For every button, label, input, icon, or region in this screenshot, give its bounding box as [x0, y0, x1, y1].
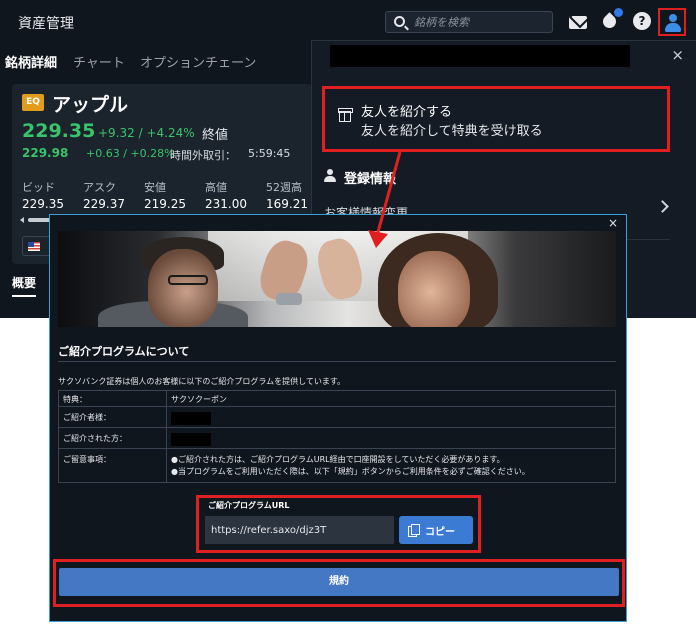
- notification-dot: [614, 8, 623, 17]
- close-icon[interactable]: ×: [608, 216, 618, 230]
- refer-friend-title: 友人を紹介する: [361, 105, 453, 120]
- after-hours-change: +0.63 / +0.28%: [86, 147, 175, 160]
- tab-chart[interactable]: チャート: [73, 52, 125, 71]
- user-icon: [669, 14, 677, 22]
- price-change: +9.32 / +4.24%: [98, 126, 195, 140]
- referral-url-field[interactable]: [205, 516, 394, 544]
- us-flag-icon: [28, 242, 40, 251]
- table-row: ご留意事項： ●ご紹介された方は、ご紹介プログラムURL経由で口座開設をしていた…: [58, 448, 616, 483]
- quote-value: 219.25: [144, 197, 186, 211]
- instrument-name: アップル: [52, 94, 129, 116]
- user-menu-button[interactable]: [658, 8, 686, 36]
- quote-value: 229.37: [83, 197, 125, 211]
- benefit-label: 特典：: [58, 390, 167, 407]
- referred-label: ご紹介された方：: [58, 427, 167, 449]
- registration-heading: 登録情報: [344, 172, 397, 187]
- redacted-value: [171, 412, 211, 425]
- after-hours-label: 時間外取引：: [170, 149, 236, 162]
- redacted-value: [171, 433, 211, 446]
- quote-label: 52週高: [266, 181, 302, 194]
- copy-button[interactable]: コピー: [399, 516, 473, 544]
- quote-label: 安値: [144, 181, 166, 194]
- referrer-value: [166, 406, 616, 428]
- table-row: 特典： サクソクーポン: [58, 390, 616, 407]
- after-hours-time: 5:59:45: [248, 147, 291, 160]
- referral-url-section: ご紹介プログラムURL コピー: [196, 495, 481, 553]
- referrer-label: ご紹介者様：: [58, 406, 167, 428]
- quote-label: アスク: [83, 181, 116, 194]
- quote-value: 229.35: [22, 197, 64, 211]
- table-row: ご紹介者様：: [58, 406, 616, 428]
- user-icon: [324, 169, 336, 183]
- notes-value: ●ご紹介された方は、ご紹介プログラムURL経由で口座開設をしていただく必要があり…: [166, 448, 616, 483]
- refer-friend-subtitle: 友人を紹介して特典を受け取る: [361, 124, 543, 139]
- redacted-account-name: [330, 45, 630, 67]
- close-icon[interactable]: ×: [671, 46, 684, 64]
- program-intro: サクソバンク証券は個人のお客様に以下のご紹介プログラムを提供しています。: [58, 377, 346, 386]
- search-icon: [394, 16, 405, 27]
- gift-icon: [338, 108, 353, 122]
- notification-icon[interactable]: [600, 8, 623, 32]
- quote-value: 231.00: [205, 197, 247, 211]
- terms-section: 規約: [53, 559, 625, 607]
- search-input[interactable]: [414, 14, 548, 30]
- tab-instrument-details[interactable]: 銘柄詳細: [5, 52, 57, 71]
- chevron-right-icon: [656, 200, 669, 213]
- last-price: 229.35: [22, 120, 96, 142]
- program-details-table: 特典： サクソクーポン ご紹介者様： ご紹介された方： ご留意事項： ●ご紹介さ…: [58, 390, 616, 483]
- table-row: ご紹介された方：: [58, 427, 616, 449]
- quote-value: 169.21: [266, 197, 308, 211]
- copy-icon: [408, 524, 420, 537]
- dialog-heading: ご紹介プログラムについて: [58, 345, 190, 358]
- hero-image: [58, 231, 616, 327]
- scroll-left-icon[interactable]: [20, 217, 24, 223]
- tab-overview[interactable]: 概要: [12, 274, 37, 297]
- mail-icon[interactable]: [568, 12, 588, 32]
- note-text: ●ご紹介された方は、ご紹介プログラムURL経由で口座開設をしていただく必要があり…: [171, 455, 505, 464]
- benefit-value: サクソクーポン: [166, 390, 616, 407]
- refer-friend-menu-item[interactable]: 友人を紹介する 友人を紹介して特典を受け取る: [322, 86, 670, 152]
- copy-label: コピー: [425, 527, 455, 538]
- help-icon[interactable]: ?: [633, 12, 653, 32]
- referral-url-label: ご紹介プログラムURL: [208, 501, 290, 510]
- note-text: ●当プログラムをご利用いただく際は、以下「規約」ボタンからご利用条件を必ずご確認…: [171, 467, 530, 476]
- top-bar: 資産管理 ?: [0, 0, 696, 44]
- divider: [58, 361, 616, 362]
- asset-type-badge: EQ: [22, 94, 44, 111]
- after-hours-price: 229.98: [22, 146, 69, 160]
- referred-value: [166, 427, 616, 449]
- quote-label: ビッド: [22, 181, 55, 194]
- quote-label: 高値: [205, 181, 227, 194]
- notes-label: ご留意事項：: [58, 448, 167, 483]
- tab-option-chain[interactable]: オプションチェーン: [140, 52, 256, 71]
- app-title: 資産管理: [18, 16, 74, 32]
- terms-button[interactable]: 規約: [59, 568, 619, 596]
- close-label: 終値: [202, 128, 229, 143]
- referral-program-dialog: × ご紹介プログラムについて サクソバンク証券は個人のお客様に以下のご紹介プログ…: [49, 214, 627, 622]
- search-box[interactable]: [385, 11, 553, 33]
